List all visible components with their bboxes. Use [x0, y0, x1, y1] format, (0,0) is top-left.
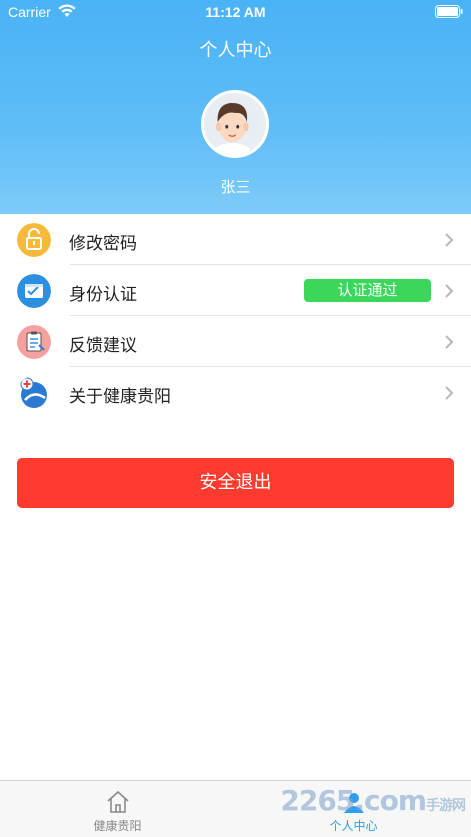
clock: 11:12 AM [205, 4, 266, 20]
verified-status-badge: 认证通过 [304, 279, 431, 302]
watermark-text: 2265.com [280, 784, 427, 817]
menu-list: 修改密码 身份认证 认证通过 反馈建议 关于健康贵阳 [0, 214, 471, 418]
avatar-face-icon [204, 93, 261, 155]
menu-item-label: 关于健康贵阳 [69, 387, 171, 407]
chevron-right-icon [445, 284, 454, 298]
watermark-suffix: 手游网 [426, 798, 466, 814]
avatar[interactable] [201, 90, 269, 158]
clipboard-icon [17, 325, 51, 359]
menu-item-feedback[interactable]: 反馈建议 [0, 316, 471, 367]
logout-button[interactable]: 安全退出 [17, 458, 454, 508]
chevron-right-icon [445, 233, 454, 247]
menu-item-change-password[interactable]: 修改密码 [0, 214, 471, 265]
tab-home[interactable]: 健康贵阳 [0, 781, 235, 837]
info-globe-icon [17, 376, 51, 410]
menu-item-about[interactable]: 关于健康贵阳 [0, 367, 471, 418]
menu-item-label: 身份认证 [69, 285, 137, 305]
status-bar: Carrier 11:12 AM [0, 0, 471, 26]
battery-icon [435, 5, 463, 18]
chevron-right-icon [445, 386, 454, 400]
menu-item-label: 反馈建议 [69, 336, 137, 356]
id-card-icon [17, 274, 51, 308]
tab-label: 健康贵阳 [93, 819, 142, 833]
tab-label: 个人中心 [329, 819, 378, 833]
home-icon [106, 790, 129, 813]
chevron-right-icon [445, 335, 454, 349]
menu-item-label: 修改密码 [69, 234, 137, 254]
site-watermark: 2265.com手游网 [280, 784, 466, 817]
user-name: 张三 [220, 178, 251, 196]
menu-item-identity-verification[interactable]: 身份认证 认证通过 [0, 265, 471, 316]
profile-header: Carrier 11:12 AM 个人中心 张三 [0, 0, 471, 214]
lock-icon [17, 223, 51, 257]
page-title: 个人中心 [199, 40, 272, 61]
